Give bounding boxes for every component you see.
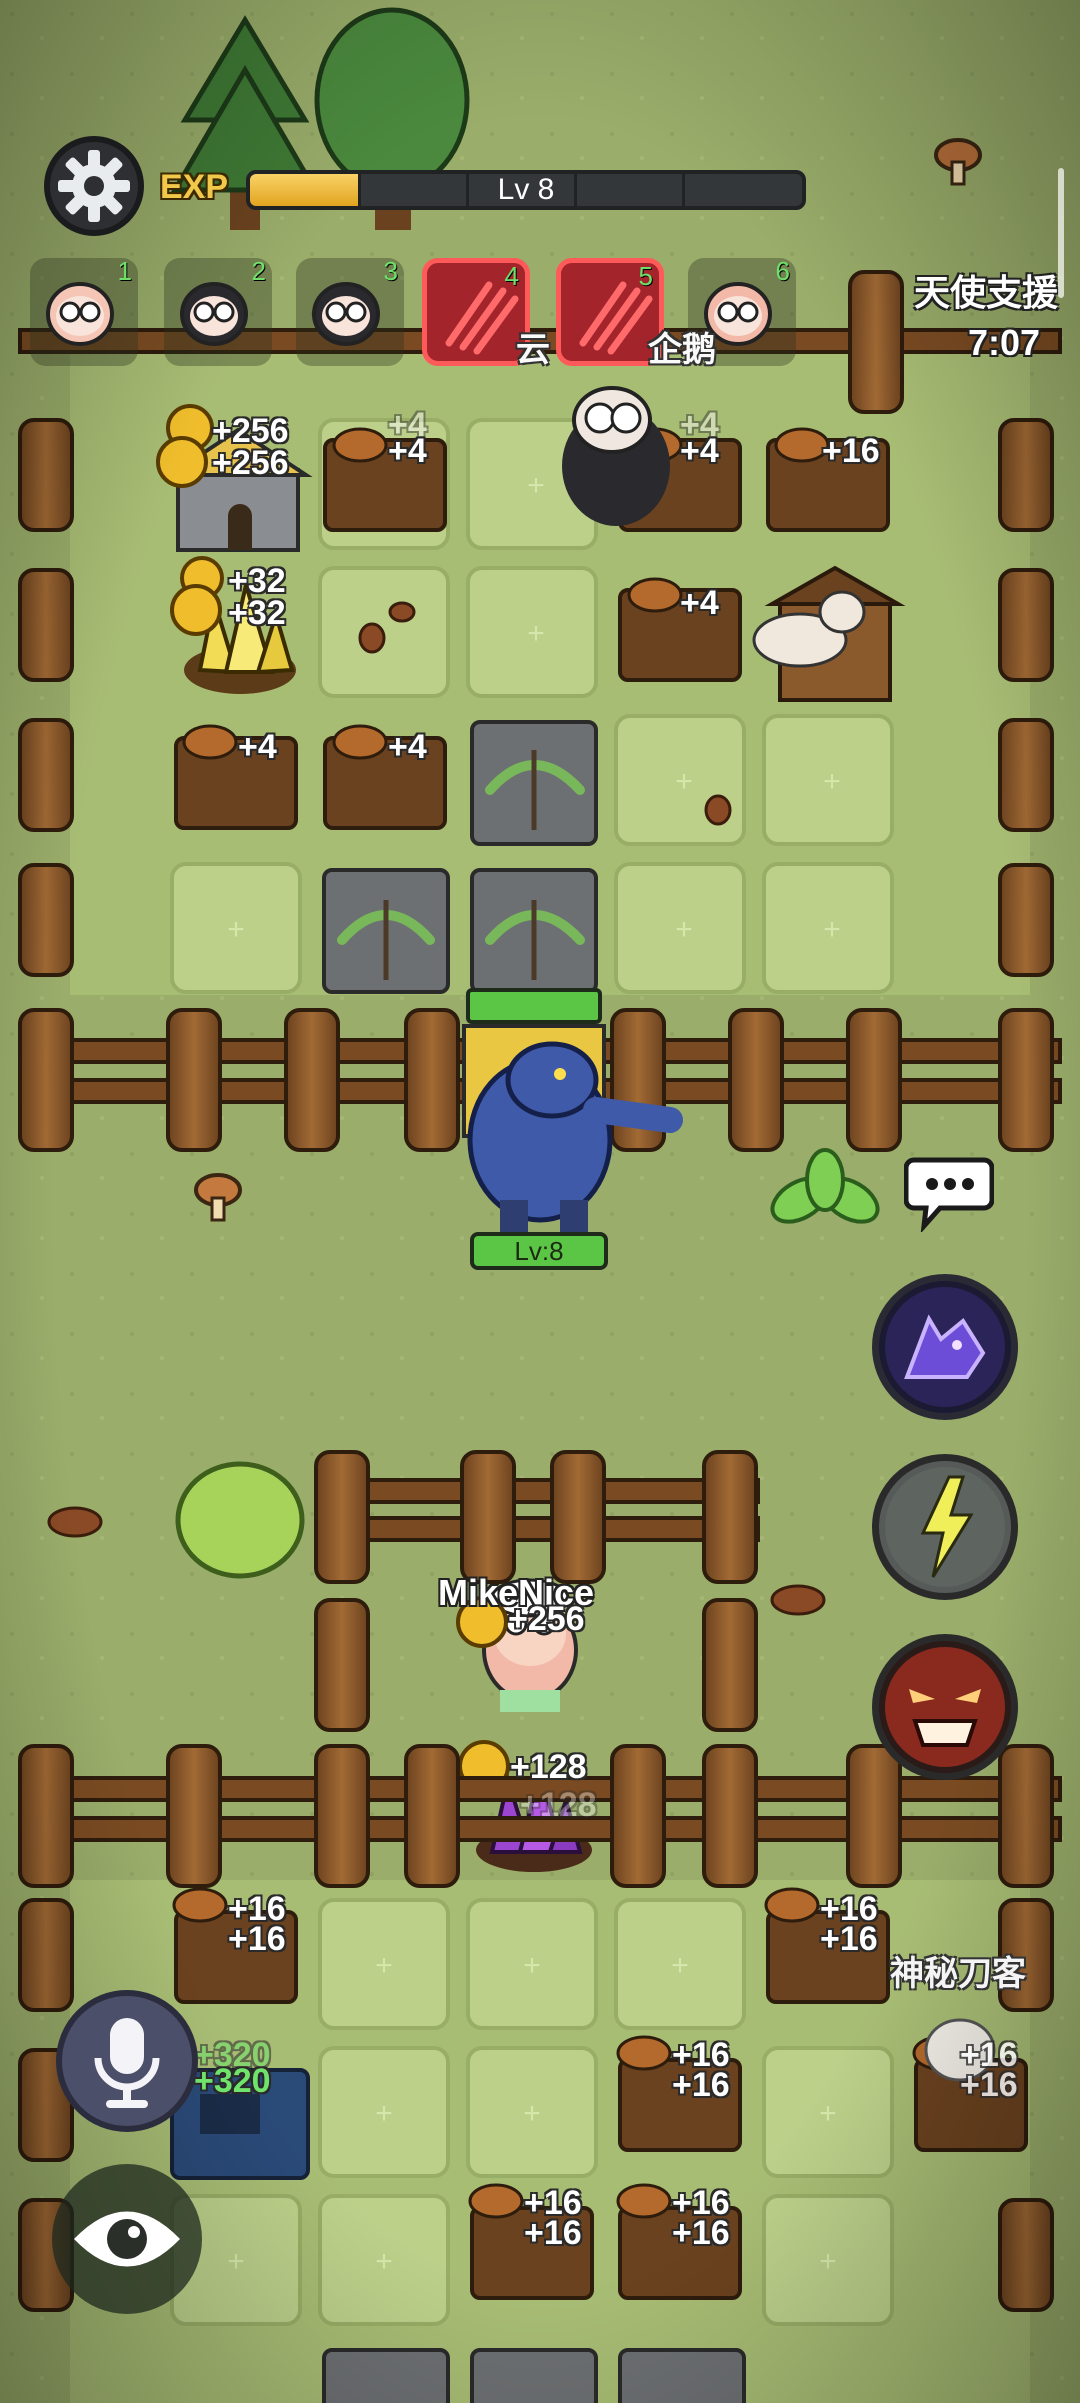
boss-health-bar	[466, 988, 602, 1024]
team-slot-3[interactable]: 3	[296, 256, 404, 366]
wood-gain-popup: +4	[388, 728, 427, 766]
wood-gain-popup-ghost: +4	[388, 406, 427, 444]
level-label: Lv 8	[497, 173, 555, 206]
gold-gain-popup: +256	[212, 412, 289, 450]
microphone-icon	[94, 2018, 160, 2108]
chat-button[interactable]	[903, 1154, 995, 1234]
wood-gain-popup: +16	[820, 1920, 878, 1958]
gold-gain-popup: +32	[228, 562, 286, 600]
angel-support-title[interactable]: 天使支援	[914, 264, 1058, 316]
team-slot-4[interactable]: 4	[422, 258, 530, 366]
team-slot-2[interactable]: 2	[164, 256, 272, 366]
green-gain-popup: +320	[194, 2062, 271, 2100]
angry-face-icon	[885, 1647, 1005, 1767]
enemy-name-partial-2: 企鹅	[648, 330, 716, 370]
exp-progress-bar: Lv 8	[246, 170, 806, 210]
scroll-indicator[interactable]	[1058, 168, 1064, 298]
team-slot-number: 3	[383, 256, 398, 286]
voice-chat-button[interactable]	[56, 1990, 198, 2132]
wood-gain-popup: +16	[672, 2066, 730, 2104]
boss-level-badge: Lv:8	[470, 1232, 608, 1270]
crystal-gain-popup-ghost: +128	[520, 1786, 597, 1824]
wood-gain-popup: +4	[680, 584, 719, 622]
sheep-face-icon	[312, 282, 380, 346]
enemy-name-partial: 云	[516, 330, 550, 370]
gold-gain-popup: +256	[508, 1600, 585, 1638]
team-slot-number: 6	[775, 256, 790, 286]
rage-skill-button[interactable]	[872, 1634, 1018, 1780]
exp-label: EXP	[160, 168, 229, 206]
wood-gain-popup: +16	[960, 2066, 1018, 2104]
team-slot-number: 2	[251, 256, 266, 286]
team-slot-number: 4	[504, 261, 519, 291]
wood-gain-popup: +16	[672, 2214, 730, 2252]
view-toggle-button[interactable]	[52, 2164, 202, 2314]
wood-gain-popup: +4	[238, 728, 277, 766]
neighbor-name: 神秘刀客	[890, 1954, 1026, 1994]
angel-support-timer: 7:07	[967, 322, 1040, 363]
wolf-head-icon	[885, 1287, 1005, 1407]
wood-gain-popup: +16	[822, 432, 880, 470]
sheep-face-icon	[180, 282, 248, 346]
gold-gain-popup: +32	[228, 594, 286, 632]
game-screen: ++ ++ +++	[0, 0, 1080, 2403]
settings-button[interactable]	[44, 136, 144, 236]
eye-icon	[74, 2211, 180, 2267]
wood-gain-popup: +16	[228, 1920, 286, 1958]
wood-gain-popup: +16	[524, 2214, 582, 2252]
team-slot-number: 1	[117, 256, 132, 286]
gear-icon	[58, 150, 130, 222]
wood-gain-popup-ghost: +4	[680, 406, 719, 444]
sheep-face-icon	[46, 282, 114, 346]
crystal-gain-popup: +128	[510, 1748, 587, 1786]
team-slot-number: 5	[638, 261, 653, 291]
lightning-skill-button[interactable]	[872, 1454, 1018, 1600]
lightning-figure-icon	[885, 1467, 1005, 1587]
gold-gain-popup: +256	[212, 444, 289, 482]
chat-bubble-icon	[903, 1157, 995, 1234]
wolf-howl-skill-button[interactable]	[872, 1274, 1018, 1420]
team-slot-1[interactable]: 1	[30, 256, 138, 366]
